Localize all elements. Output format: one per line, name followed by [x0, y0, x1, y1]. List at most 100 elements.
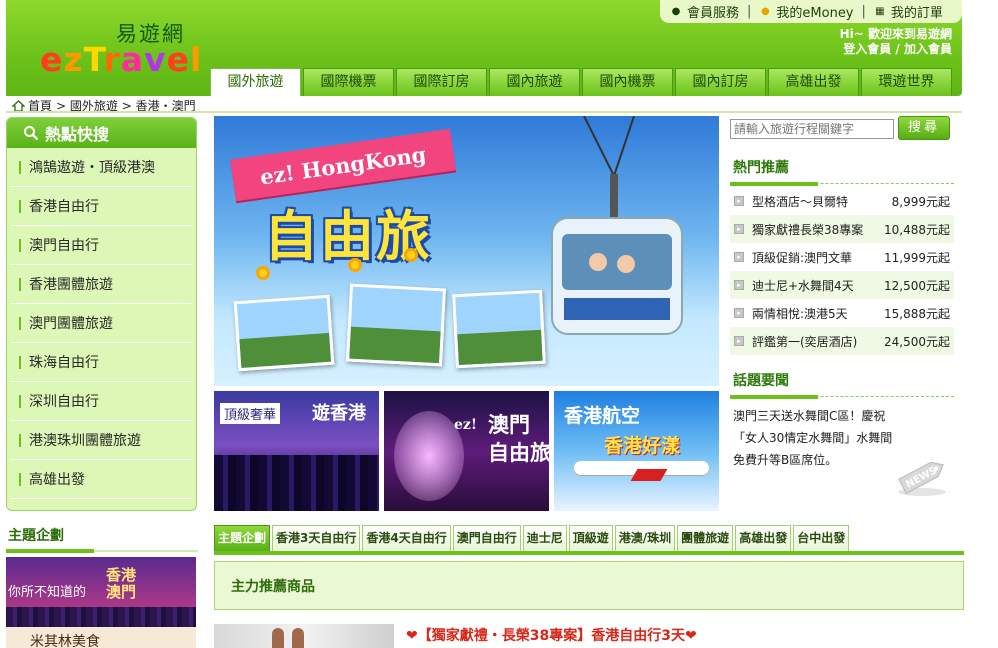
airplane-graphic — [574, 461, 709, 475]
sidebar-item-label: 深圳自由行 — [29, 394, 99, 410]
main-nav: 國外旅遊 國際機票 國際訂房 國內旅遊 國內機票 國內訂房 高雄出發 環遊世界 — [210, 68, 954, 96]
hot-search-panel: 熱點快搜 鴻鵠遨遊・頂級港澳香港自由行澳門自由行香港團體旅遊 澳門團體旅遊 珠海自由… — [6, 117, 197, 511]
hot-search-title: 熱點快搜 — [7, 118, 196, 148]
banner-line1: 香港航空 — [564, 405, 641, 427]
sidebar-item[interactable]: 澳門自由行 — [11, 226, 192, 265]
banner-text: 遊香港 — [312, 403, 366, 424]
banner-hongkong-airlines[interactable]: 香港航空 香港好漾 — [554, 391, 719, 511]
theme-tab[interactable]: 主題企劃 — [214, 525, 271, 552]
theme-tab[interactable]: 迪士尼 — [522, 525, 567, 552]
theme-tab[interactable]: 澳門自由行 — [452, 525, 521, 552]
user-icon: ● — [671, 6, 681, 17]
deal-price: 11,999元起 — [884, 250, 950, 265]
bullet-bar — [19, 355, 21, 369]
sidebar-item-label: 澳門團體旅遊 — [29, 316, 113, 332]
photo-mountain — [452, 289, 546, 369]
banner-tag: 頂級奢華 — [220, 403, 281, 424]
banner-luxury-hongkong[interactable]: 頂級奢華 遊香港 — [214, 391, 379, 511]
theme-tab[interactable]: 香港4天自由行 — [362, 525, 451, 552]
sidebar-item[interactable]: 深圳自由行 — [11, 382, 192, 421]
nav-tab[interactable]: 國際訂房 — [396, 68, 487, 96]
nav-tab[interactable]: 高雄出發 — [768, 68, 859, 96]
bullet-bar — [19, 316, 21, 330]
nav-tab[interactable]: 環遊世界 — [861, 68, 952, 96]
sidebar-item[interactable]: 港澳珠圳團體旅遊 — [11, 421, 192, 460]
sidebar-item-label: 澳門自由行 — [29, 238, 99, 254]
deal-row[interactable]: ▸ 評鑑第一(奕居酒店) 24,500元起 — [730, 327, 954, 355]
coin-icon: ● — [761, 6, 770, 17]
feature-box: 主力推薦商品 — [214, 561, 964, 610]
theme-tab[interactable]: 香港3天自由行 — [272, 525, 361, 552]
theme-tab[interactable]: 頂級遊 — [568, 525, 613, 552]
divider: | — [747, 4, 752, 19]
bullet-icon: ▸ — [734, 280, 744, 290]
deal-row[interactable]: ▸ 獨家獻禮長榮38專案 10,488元起 — [730, 215, 954, 243]
theme-tab[interactable]: 台中出發 — [793, 525, 850, 552]
nav-tab[interactable]: 國內旅遊 — [489, 68, 580, 96]
bullet-bar — [19, 277, 21, 291]
search-button[interactable]: 搜尋 — [898, 116, 950, 140]
theme-tab[interactable]: 高雄出發 — [735, 525, 792, 552]
banner-macau-free[interactable]: ez! 澳門 自由旅 — [384, 391, 549, 511]
sidebar-item[interactable]: 澳門團體旅遊 — [11, 304, 192, 343]
sidebar-item[interactable]: 香港自由行 — [11, 187, 192, 226]
news-tag-icon: NEWS — [898, 461, 946, 496]
sunflower-decoration — [256, 266, 270, 280]
sidebar-item[interactable]: 高雄出發 — [11, 460, 192, 499]
nav-tab[interactable]: 國際機票 — [303, 68, 394, 96]
theme-banner-line3: 米其林美食 — [30, 634, 100, 648]
welcome-text: Hi~ 歡迎來到易遊網 — [839, 27, 952, 41]
deal-row[interactable]: ▸ 頂級促銷:澳門文華 11,999元起 — [730, 243, 954, 271]
deal-row[interactable]: ▸ 兩情相悅:澳港5天 15,888元起 — [730, 299, 954, 327]
banner-badge: ez! — [454, 417, 478, 433]
sidebar-item[interactable]: 珠海自由行 — [11, 343, 192, 382]
divider — [730, 182, 954, 186]
sidebar-item-label: 珠海自由行 — [29, 355, 99, 371]
news-text[interactable]: 澳門三天送水舞間C區！慶祝「女人30情定水舞間」水舞間免費升等B區席位。 — [733, 405, 898, 471]
deal-name: 型格酒店～貝爾特 — [752, 194, 849, 209]
feature-title: 主力推薦商品 — [231, 579, 315, 595]
sidebar-item[interactable]: 鴻鵠遨遊・頂級港澳 — [11, 148, 192, 187]
deal-price: 8,999元起 — [891, 194, 950, 209]
divider: | — [861, 4, 866, 19]
nav-tab[interactable]: 國內機票 — [582, 68, 673, 96]
theme-tab[interactable]: 港澳/珠圳 — [614, 525, 676, 552]
promo-thumbnail[interactable] — [214, 624, 394, 648]
deal-name: 兩情相悅:澳港5天 — [752, 306, 848, 321]
deal-row[interactable]: ▸ 迪士尼+水舞間4天 12,500元起 — [730, 271, 954, 299]
skyline-graphic — [6, 607, 196, 629]
photo-cable-cars — [346, 283, 446, 367]
promo-title[interactable]: ❤【獨家獻禮・長榮38專案】香港自由行3天❤ — [406, 625, 697, 645]
banner-title: 澳門 自由旅 — [488, 413, 549, 465]
theme-banner[interactable]: 你所不知道的 香港 澳門 米其林美食 — [6, 557, 196, 648]
nav-tab[interactable]: 國內訂房 — [675, 68, 766, 96]
sidebar-item-label: 港澳珠圳團體旅遊 — [29, 433, 141, 449]
banner-line2: 香港好漾 — [604, 435, 681, 457]
deal-name: 評鑑第一(奕居酒店) — [752, 334, 858, 349]
member-service-link[interactable]: 會員服務 — [687, 2, 739, 21]
bullet-icon: ▸ — [734, 252, 744, 262]
bullet-icon: ▸ — [734, 336, 744, 346]
sidebar-item-label: 鴻鵠遨遊・頂級港澳 — [29, 160, 155, 176]
bullet-bar — [19, 160, 21, 174]
skyline-graphic — [214, 455, 379, 511]
logo-ez-travel[interactable]: ezTravel — [40, 40, 202, 79]
theme-banner-line2: 香港 澳門 — [106, 566, 137, 601]
login-register-link[interactable]: 登入會員 / 加入會員 — [840, 42, 952, 57]
nav-tab[interactable]: 國外旅遊 — [210, 68, 301, 96]
my-orders-link[interactable]: 我的訂單 — [891, 2, 943, 21]
divider — [214, 551, 964, 555]
news-heading: 話題要聞 — [733, 373, 789, 389]
deal-row[interactable]: ▸ 型格酒店～貝爾特 8,999元起 — [730, 187, 954, 215]
bullet-bar — [19, 199, 21, 213]
sidebar-item-label: 香港團體旅遊 — [29, 277, 113, 293]
hero-banner[interactable]: ez! HongKong 自由旅 — [214, 116, 719, 386]
theme-tab[interactable]: 團體旅遊 — [677, 525, 734, 552]
person-graphic — [272, 628, 284, 648]
deal-price: 24,500元起 — [884, 334, 950, 349]
emoney-link[interactable]: 我的eMoney — [776, 2, 853, 21]
sidebar-item[interactable]: 香港團體旅遊 — [11, 265, 192, 304]
deal-price: 15,888元起 — [884, 306, 950, 321]
hot-recommend-heading: 熱門推薦 — [733, 160, 789, 176]
search-input[interactable] — [730, 119, 894, 139]
